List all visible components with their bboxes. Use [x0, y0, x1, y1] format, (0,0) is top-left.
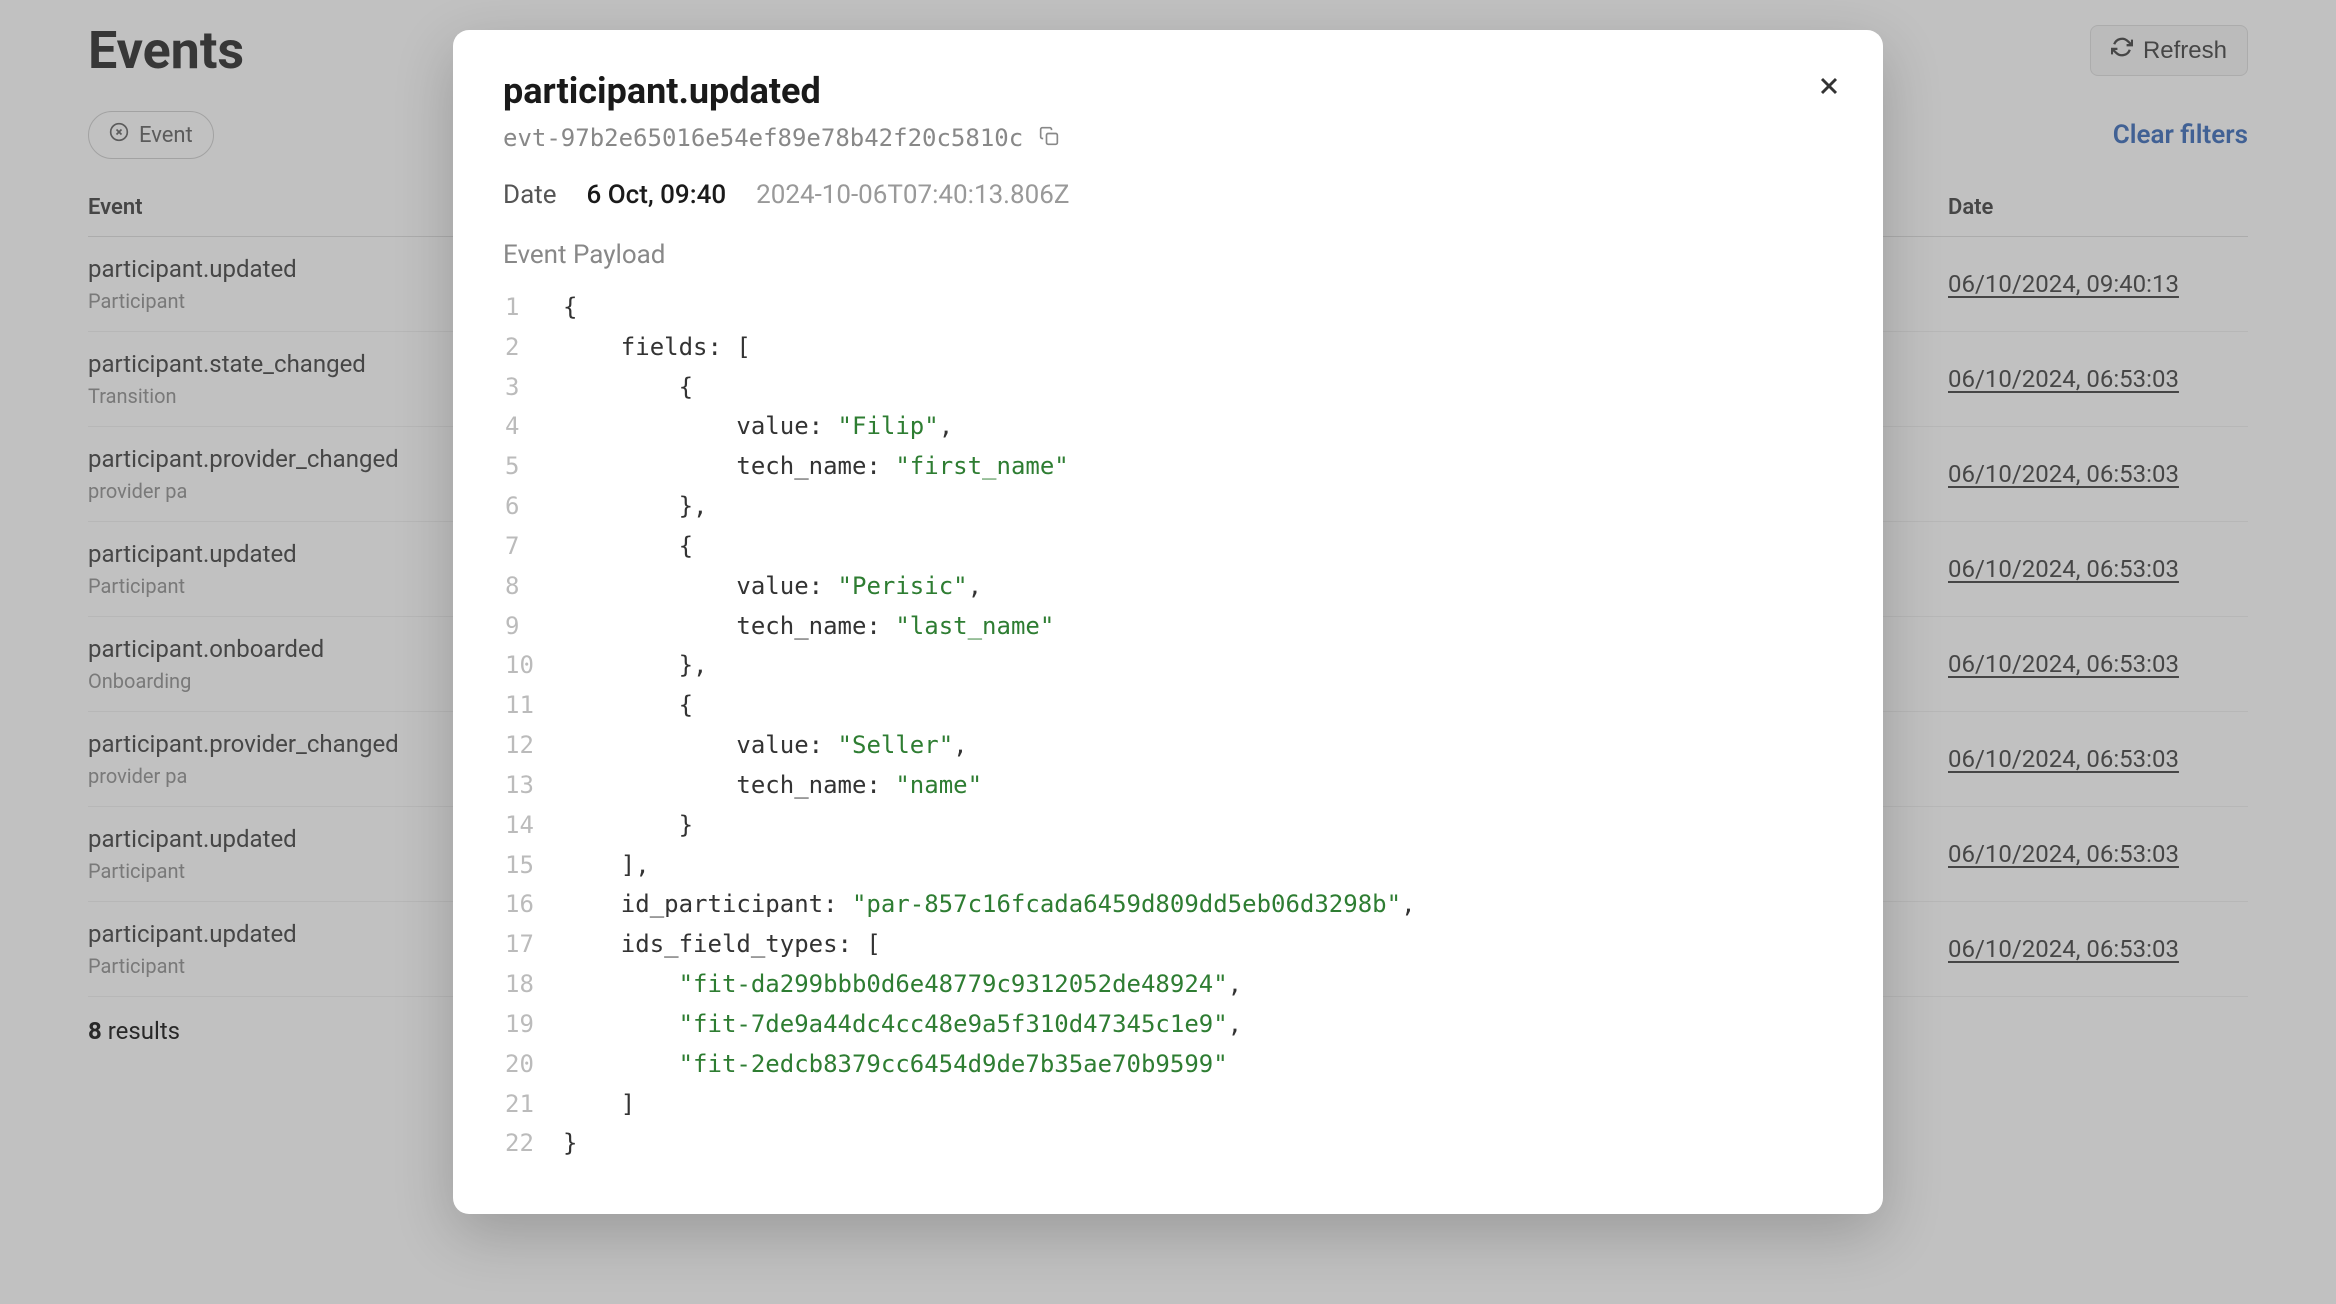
line-number: 12	[503, 726, 563, 766]
code-line: 14 }	[503, 806, 1833, 846]
line-content: "fit-7de9a44dc4cc48e9a5f310d47345c1e9",	[563, 1005, 1242, 1045]
line-number: 13	[503, 766, 563, 806]
line-content: ]	[563, 1085, 635, 1125]
line-number: 10	[503, 646, 563, 686]
date-value: 6 Oct, 09:40	[587, 180, 727, 210]
line-number: 11	[503, 686, 563, 726]
line-content: }	[563, 806, 693, 846]
line-content: ],	[563, 846, 650, 886]
modal-overlay[interactable]: participant.updated evt-97b2e65016e54ef8…	[0, 0, 2336, 1304]
copy-icon[interactable]	[1039, 126, 1059, 150]
line-content: {	[563, 527, 693, 567]
code-line: 21 ]	[503, 1085, 1833, 1125]
line-number: 14	[503, 806, 563, 846]
code-line: 19 "fit-7de9a44dc4cc48e9a5f310d47345c1e9…	[503, 1005, 1833, 1045]
line-content: value: "Perisic",	[563, 567, 982, 607]
code-line: 2 fields: [	[503, 328, 1833, 368]
line-content: {	[563, 368, 693, 408]
date-label: Date	[503, 180, 557, 210]
line-number: 9	[503, 607, 563, 647]
code-line: 7 {	[503, 527, 1833, 567]
event-modal: participant.updated evt-97b2e65016e54ef8…	[453, 30, 1883, 1214]
code-line: 5 tech_name: "first_name"	[503, 447, 1833, 487]
line-content: },	[563, 487, 708, 527]
code-line: 22}	[503, 1124, 1833, 1164]
code-line: 15 ],	[503, 846, 1833, 886]
line-number: 22	[503, 1124, 563, 1164]
close-button[interactable]	[1815, 70, 1843, 106]
code-line: 17 ids_field_types: [	[503, 925, 1833, 965]
line-number: 21	[503, 1085, 563, 1125]
payload-label: Event Payload	[503, 240, 1833, 270]
code-line: 3 {	[503, 368, 1833, 408]
line-number: 18	[503, 965, 563, 1005]
line-number: 3	[503, 368, 563, 408]
code-line: 8 value: "Perisic",	[503, 567, 1833, 607]
line-number: 16	[503, 885, 563, 925]
code-line: 9 tech_name: "last_name"	[503, 607, 1833, 647]
code-line: 18 "fit-da299bbb0d6e48779c9312052de48924…	[503, 965, 1833, 1005]
line-number: 5	[503, 447, 563, 487]
line-content: ids_field_types: [	[563, 925, 881, 965]
line-content: {	[563, 288, 577, 328]
line-content: value: "Seller",	[563, 726, 968, 766]
code-line: 10 },	[503, 646, 1833, 686]
line-content: tech_name: "name"	[563, 766, 982, 806]
line-content: tech_name: "first_name"	[563, 447, 1069, 487]
line-number: 17	[503, 925, 563, 965]
line-content: tech_name: "last_name"	[563, 607, 1054, 647]
payload-code[interactable]: 1{2 fields: [3 {4 value: "Filip",5 tech_…	[503, 288, 1833, 1164]
line-content: "fit-2edcb8379cc6454d9de7b35ae70b9599"	[563, 1045, 1228, 1085]
code-line: 1{	[503, 288, 1833, 328]
code-line: 16 id_participant: "par-857c16fcada6459d…	[503, 885, 1833, 925]
line-content: fields: [	[563, 328, 751, 368]
date-iso: 2024-10-06T07:40:13.806Z	[756, 180, 1069, 210]
event-id: evt-97b2e65016e54ef89e78b42f20c5810c	[503, 124, 1023, 152]
line-number: 19	[503, 1005, 563, 1045]
line-number: 1	[503, 288, 563, 328]
line-content: "fit-da299bbb0d6e48779c9312052de48924",	[563, 965, 1242, 1005]
line-number: 8	[503, 567, 563, 607]
line-number: 15	[503, 846, 563, 886]
code-line: 11 {	[503, 686, 1833, 726]
line-content: value: "Filip",	[563, 407, 953, 447]
code-line: 20 "fit-2edcb8379cc6454d9de7b35ae70b9599…	[503, 1045, 1833, 1085]
date-row: Date 6 Oct, 09:40 2024-10-06T07:40:13.80…	[503, 180, 1833, 210]
code-line: 6 },	[503, 487, 1833, 527]
line-number: 7	[503, 527, 563, 567]
code-line: 13 tech_name: "name"	[503, 766, 1833, 806]
line-number: 6	[503, 487, 563, 527]
code-line: 4 value: "Filip",	[503, 407, 1833, 447]
line-content: id_participant: "par-857c16fcada6459d809…	[563, 885, 1416, 925]
line-content: },	[563, 646, 708, 686]
line-number: 2	[503, 328, 563, 368]
code-line: 12 value: "Seller",	[503, 726, 1833, 766]
line-number: 4	[503, 407, 563, 447]
line-content: {	[563, 686, 693, 726]
modal-id-row: evt-97b2e65016e54ef89e78b42f20c5810c	[503, 124, 1833, 152]
line-content: }	[563, 1124, 577, 1164]
modal-title: participant.updated	[503, 70, 1833, 112]
line-number: 20	[503, 1045, 563, 1085]
